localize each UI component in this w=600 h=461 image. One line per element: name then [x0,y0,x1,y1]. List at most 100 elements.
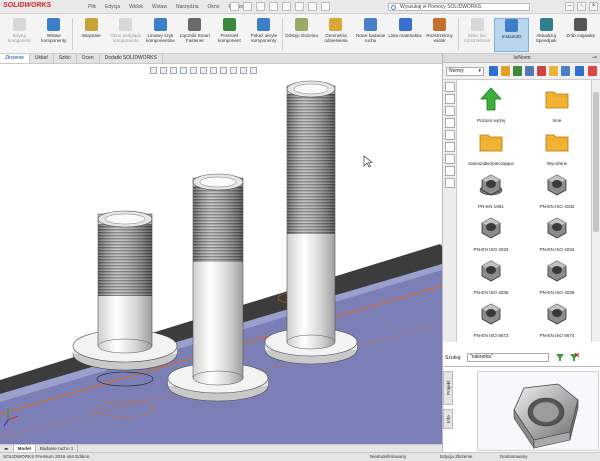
graphics-viewport[interactable] [0,64,442,444]
menu-item-3[interactable]: Wstaw [152,4,167,10]
status-units[interactable]: Dostosowany [500,453,528,461]
custom-properties-icon[interactable] [445,154,455,164]
isinorm-task-pane: IsiNorm ⊸ Normy ▾ Poziom wyżej Inne Samozab… [442,54,600,452]
library-item[interactable]: Wycofane [527,125,587,167]
nut-icon [481,260,501,282]
ribbon-label-12: Rozstrzelony widok [426,33,453,43]
library-item[interactable]: Samozabezpieczające [461,125,521,167]
home-icon[interactable] [445,82,455,92]
library-item[interactable]: PN-EN ISO 4036 [527,254,587,296]
filter-icon[interactable] [555,353,565,362]
library-item[interactable]: Poziom wyżej [461,82,521,124]
tool-icon-2[interactable] [501,66,510,76]
ribbon-button-16[interactable]: Zrób migawkę [563,18,598,52]
quick-access-toolbar [230,2,330,11]
select-icon[interactable] [295,2,304,11]
help-search-box[interactable]: Wyszukaj w Pomocy SOLIDWORKS [388,3,530,11]
side-tab-info[interactable]: Info [443,409,453,429]
ribbon-button-6[interactable]: Przenieś komponent [212,18,247,52]
library-item[interactable]: PN-EN ISO 4032 [527,168,587,210]
ribbon-icon-10 [363,18,377,31]
library-item[interactable]: PN-EN ISO 4033 [461,211,521,253]
tab-motion-study[interactable]: Badanie ruchu 1 [36,445,79,452]
isinorm-icon[interactable] [445,166,455,176]
file-explorer-icon[interactable] [445,118,455,128]
mouse-cursor-icon [363,155,373,168]
ribbon-label-13: Szkic linii rozstrzelenia [464,33,491,43]
tool-icon-4[interactable] [525,66,534,76]
ribbon-button-9[interactable]: Geometria odniesienia [319,18,354,52]
open-icon[interactable] [243,2,252,11]
undo-icon[interactable] [282,2,291,11]
tool-icon-5[interactable] [537,66,546,76]
tool-icon-7[interactable] [561,66,570,76]
print-icon[interactable] [269,2,278,11]
options-icon[interactable] [321,2,330,11]
ribbon-button-10[interactable]: Nowe badanie ruchu [353,18,388,52]
standard-filter-value: Normy [449,68,464,74]
status-edit-mode[interactable]: Edycja Złożenie [440,453,472,461]
ribbon-label-4: Liniowy szyk komponentów [146,33,175,43]
menu-item-0[interactable]: Plik [88,4,96,10]
library-item[interactable]: PN-EN 1661 [461,168,521,210]
library-item[interactable]: PN-EN ISO 8673 [461,297,521,339]
tool-icon-1[interactable] [489,66,498,76]
tool-icon-6[interactable] [549,66,558,76]
ribbon-button-15[interactable]: Aktualizuj Speedpak [529,18,564,52]
library-item[interactable]: PN-EN ISO 4034 [527,211,587,253]
forum-icon[interactable] [445,178,455,188]
ribbon-button-5[interactable]: Łączniki Smart Fastener [178,18,213,52]
ribbon-button-7[interactable]: Pokaż ukryte komponenty [247,18,282,52]
ribbon-button-12[interactable]: Rozstrzelony widok [422,18,457,52]
ribbon-button-0[interactable]: Edytuj komponent [2,18,37,52]
ribbon-button-8[interactable]: Odstęp złożenia [284,18,319,52]
ribbon-button-14[interactable]: Instant3D [494,18,529,52]
ribbon-button-3[interactable]: Okno podglądu komponentu [109,18,144,52]
menu-item-5[interactable]: Okno [208,4,220,10]
tab-model[interactable]: Model [13,445,36,452]
library-item[interactable]: Inne [527,82,587,124]
pin-icon[interactable]: ⊸ [592,54,597,62]
tab-2[interactable]: Szkic [54,54,77,63]
appearances-icon[interactable] [445,142,455,152]
save-icon[interactable] [256,2,265,11]
resources-icon[interactable] [445,94,455,104]
rebuild-icon[interactable] [308,2,317,11]
library-item[interactable]: PN-EN ISO 4035 [461,254,521,296]
restore-button[interactable]: ▫ [577,2,586,11]
tool-icon-9[interactable] [588,66,597,76]
ribbon-label-14: Instant3D [501,34,522,39]
close-button[interactable]: × [589,2,598,11]
library-item[interactable]: PN-EN ISO 8674 [527,297,587,339]
tab-0[interactable]: Złożenie [0,54,30,63]
new-icon[interactable] [230,2,239,11]
folder-icon [545,91,569,109]
side-tab-project[interactable]: Projekt [443,371,453,405]
bolt-1[interactable] [72,210,178,371]
menu-item-1[interactable]: Edycja [105,4,120,10]
tab-1[interactable]: Układ [30,54,54,63]
minimize-button[interactable]: – [565,2,574,11]
tool-icon-8[interactable] [575,66,584,76]
nav-arrows[interactable]: ◂▸ [0,445,14,452]
library-item-label: Wycofane [546,161,568,166]
vertical-scrollbar[interactable] [591,80,600,342]
menu-item-4[interactable]: Narzędzia [176,4,199,10]
ribbon-button-1[interactable]: Wstaw komponenty [37,18,72,52]
ribbon-button-2[interactable]: Wiązanie [74,18,109,52]
clear-filter-icon[interactable] [569,353,579,362]
ribbon-button-13[interactable]: Szkic linii rozstrzelenia [460,18,495,52]
standard-filter-select[interactable]: Normy ▾ [446,67,484,76]
assembly-model[interactable] [0,64,442,444]
tab-4[interactable]: Dodatki SOLIDWORKS [100,54,163,63]
scrollbar-thumb[interactable] [593,92,599,232]
menu-item-2[interactable]: Widok [129,4,143,10]
view-palette-icon[interactable] [445,130,455,140]
design-library-icon[interactable] [445,106,455,116]
tab-3[interactable]: Ocen [77,54,100,63]
ribbon-label-3: Okno podglądu komponentu [110,33,142,43]
search-input[interactable]: "nakrętka" [467,353,549,362]
tool-icon-3[interactable] [513,66,522,76]
ribbon-button-11[interactable]: Lista materiałów [388,18,423,52]
ribbon-button-4[interactable]: Liniowy szyk komponentów [143,18,178,52]
